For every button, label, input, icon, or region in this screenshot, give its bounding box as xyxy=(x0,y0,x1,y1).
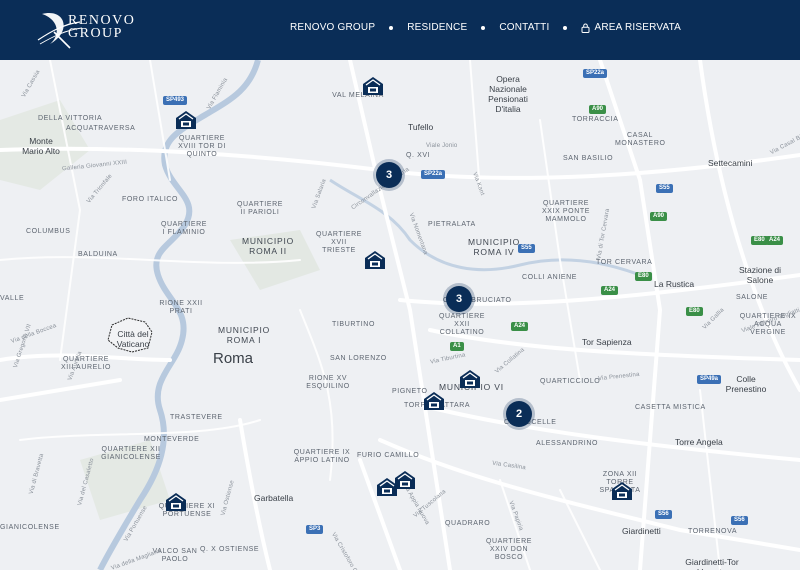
map-label: RIONE XV ESQUILINO xyxy=(306,375,350,390)
lock-icon xyxy=(581,23,590,33)
road-shield: SP22a xyxy=(583,69,608,78)
city-label: Roma xyxy=(213,350,254,367)
map-label: Città del Vaticano xyxy=(116,329,150,349)
map-label: FORO ITALICO xyxy=(122,196,179,203)
property-marker-icon[interactable] xyxy=(423,390,445,412)
map-label: La Rustica xyxy=(654,279,695,289)
map-label: SALONE xyxy=(736,294,768,301)
map-label: CASETTA MISTICA xyxy=(635,404,706,411)
map-label: BALDUINA xyxy=(78,251,118,258)
map-label: QUARTIERE XXIX PONTE MAMMOLO xyxy=(541,200,590,223)
map-label: Giardinetti-Tor Vergata xyxy=(685,557,739,570)
map-label: QUADRARO xyxy=(445,520,491,527)
property-marker-icon[interactable] xyxy=(611,480,633,502)
road-shield: A1 xyxy=(450,342,464,351)
property-marker-icon[interactable] xyxy=(362,75,384,97)
road-name: Viale Jonio xyxy=(426,143,458,149)
road-shield: E80 xyxy=(686,307,703,316)
logo-line-2: GROUP xyxy=(68,26,123,41)
map-label: FURIO CAMILLO xyxy=(357,452,420,459)
main-nav: RENOVO GROUP RESIDENCE CONTATTI AREA RIS… xyxy=(290,22,681,33)
nav-area-riservata[interactable]: AREA RISERVATA xyxy=(581,22,681,33)
nav-contatti[interactable]: CONTATTI xyxy=(499,22,549,33)
nav-area-riservata-label: AREA RISERVATA xyxy=(594,22,682,33)
map-label: TORRACCIA xyxy=(572,116,619,123)
map-label: Giardinetti xyxy=(622,526,661,536)
map-label: Monte Mario Alto xyxy=(22,136,60,156)
logo-text: RENOVO GROUP xyxy=(68,14,135,41)
nav-separator-dot xyxy=(563,25,568,30)
map-label: QUARTIERE XVII TRIESTE xyxy=(315,231,363,254)
road-shield: S55 xyxy=(518,244,535,253)
map-label: Opera Nazionale Pensionati D'italia xyxy=(488,74,528,114)
map-label: RIONE XXII PRATI xyxy=(159,300,203,315)
road-shield: SP493 xyxy=(163,96,188,105)
map-label: TORRENOVA xyxy=(688,528,738,535)
map-label: Tufello xyxy=(408,122,434,132)
map-label: QUARTICCIOLO xyxy=(540,378,601,385)
marker-cluster[interactable]: 3 xyxy=(446,286,472,312)
map-label: Colle Prenestino xyxy=(725,374,767,394)
site-header: RENOVO GROUP RENOVO GROUP RESIDENCE CONT… xyxy=(0,0,800,60)
road-shield: SP22a xyxy=(421,170,446,179)
map-label: MONTEVERDE xyxy=(144,436,200,443)
property-marker-icon[interactable] xyxy=(364,249,386,271)
road-shield: S55 xyxy=(656,184,673,193)
road-shield: A24 xyxy=(511,322,529,331)
property-marker-icon[interactable] xyxy=(459,368,481,390)
nav-residence[interactable]: RESIDENCE xyxy=(407,22,467,33)
map-base-layer xyxy=(0,60,800,570)
map-label: QUARTIERE II PARIOLI xyxy=(236,201,284,216)
map-label: TIBURTINO xyxy=(332,321,375,328)
map-label: CASAL MONASTERO xyxy=(615,132,666,147)
road-shield: A24 xyxy=(766,236,784,245)
map-label: DELLA VITTORIA xyxy=(38,115,103,122)
map-label: COLUMBUS xyxy=(26,228,71,235)
map-label: QUARTIERE I FLAMINIO xyxy=(160,221,208,236)
road-shield: A90 xyxy=(650,212,668,221)
map-label: Tor Sapienza xyxy=(582,337,632,347)
property-marker-icon[interactable] xyxy=(376,476,398,498)
road-shield: SP49a xyxy=(697,375,722,384)
map-label: Stazione di Salone xyxy=(738,265,782,285)
road-shield: A24 xyxy=(601,286,619,295)
map-label: Q. XVI xyxy=(406,152,431,159)
map-label: ALESSANDRINO xyxy=(536,440,599,447)
map-label: QUARTIERE XXIV DON BOSCO xyxy=(485,538,533,561)
map-view[interactable]: VAL MELAINA DELLA VITTORIA ACQUATRAVERSA… xyxy=(0,60,800,570)
nav-separator-dot xyxy=(481,25,486,30)
map-label: TRASTEVERE xyxy=(170,414,223,421)
map-label: QUARTIERE XXII COLLATINO xyxy=(438,313,486,336)
map-label: QUARTIERE XVIII TOR DI QUINTO xyxy=(178,135,226,158)
road-shield: S56 xyxy=(731,516,748,525)
map-label: TOR CERVARA xyxy=(596,259,653,266)
road-shield: S56 xyxy=(655,510,672,519)
map-label: Q. X OSTIENSE xyxy=(200,546,260,553)
map-label: ACQUATRAVERSA xyxy=(66,125,136,132)
map-label: MUNICIPIO ROMA I xyxy=(217,325,271,345)
property-marker-icon[interactable] xyxy=(175,109,197,131)
property-marker-icon[interactable] xyxy=(165,491,187,513)
map-label: QUARTIERE XII GIANICOLENSE xyxy=(101,446,161,461)
map-label: Garbatella xyxy=(254,493,294,503)
map-label: QUARTIERE IX APPIO LATINO xyxy=(293,449,351,464)
nav-renovo-group[interactable]: RENOVO GROUP xyxy=(290,22,375,33)
nav-separator-dot xyxy=(389,25,394,30)
marker-cluster[interactable]: 2 xyxy=(506,401,532,427)
map-label: VALLE xyxy=(0,295,25,302)
map-label: PIETRALATA xyxy=(428,221,476,228)
map-label: SAN BASILIO xyxy=(563,155,614,162)
map-label: SAN LORENZO xyxy=(330,355,387,362)
road-shield: E80 xyxy=(635,272,652,281)
map-label: Settecamini xyxy=(708,158,753,168)
marker-cluster[interactable]: 3 xyxy=(376,162,402,188)
map-label: COLLI ANIENE xyxy=(522,274,578,281)
road-shield: A90 xyxy=(589,105,607,114)
map-label: MUNICIPIO ROMA II xyxy=(241,236,295,256)
map-label: GIANICOLENSE xyxy=(0,524,60,531)
road-shield: SP3 xyxy=(306,525,324,534)
map-label: Torre Angela xyxy=(675,437,723,447)
